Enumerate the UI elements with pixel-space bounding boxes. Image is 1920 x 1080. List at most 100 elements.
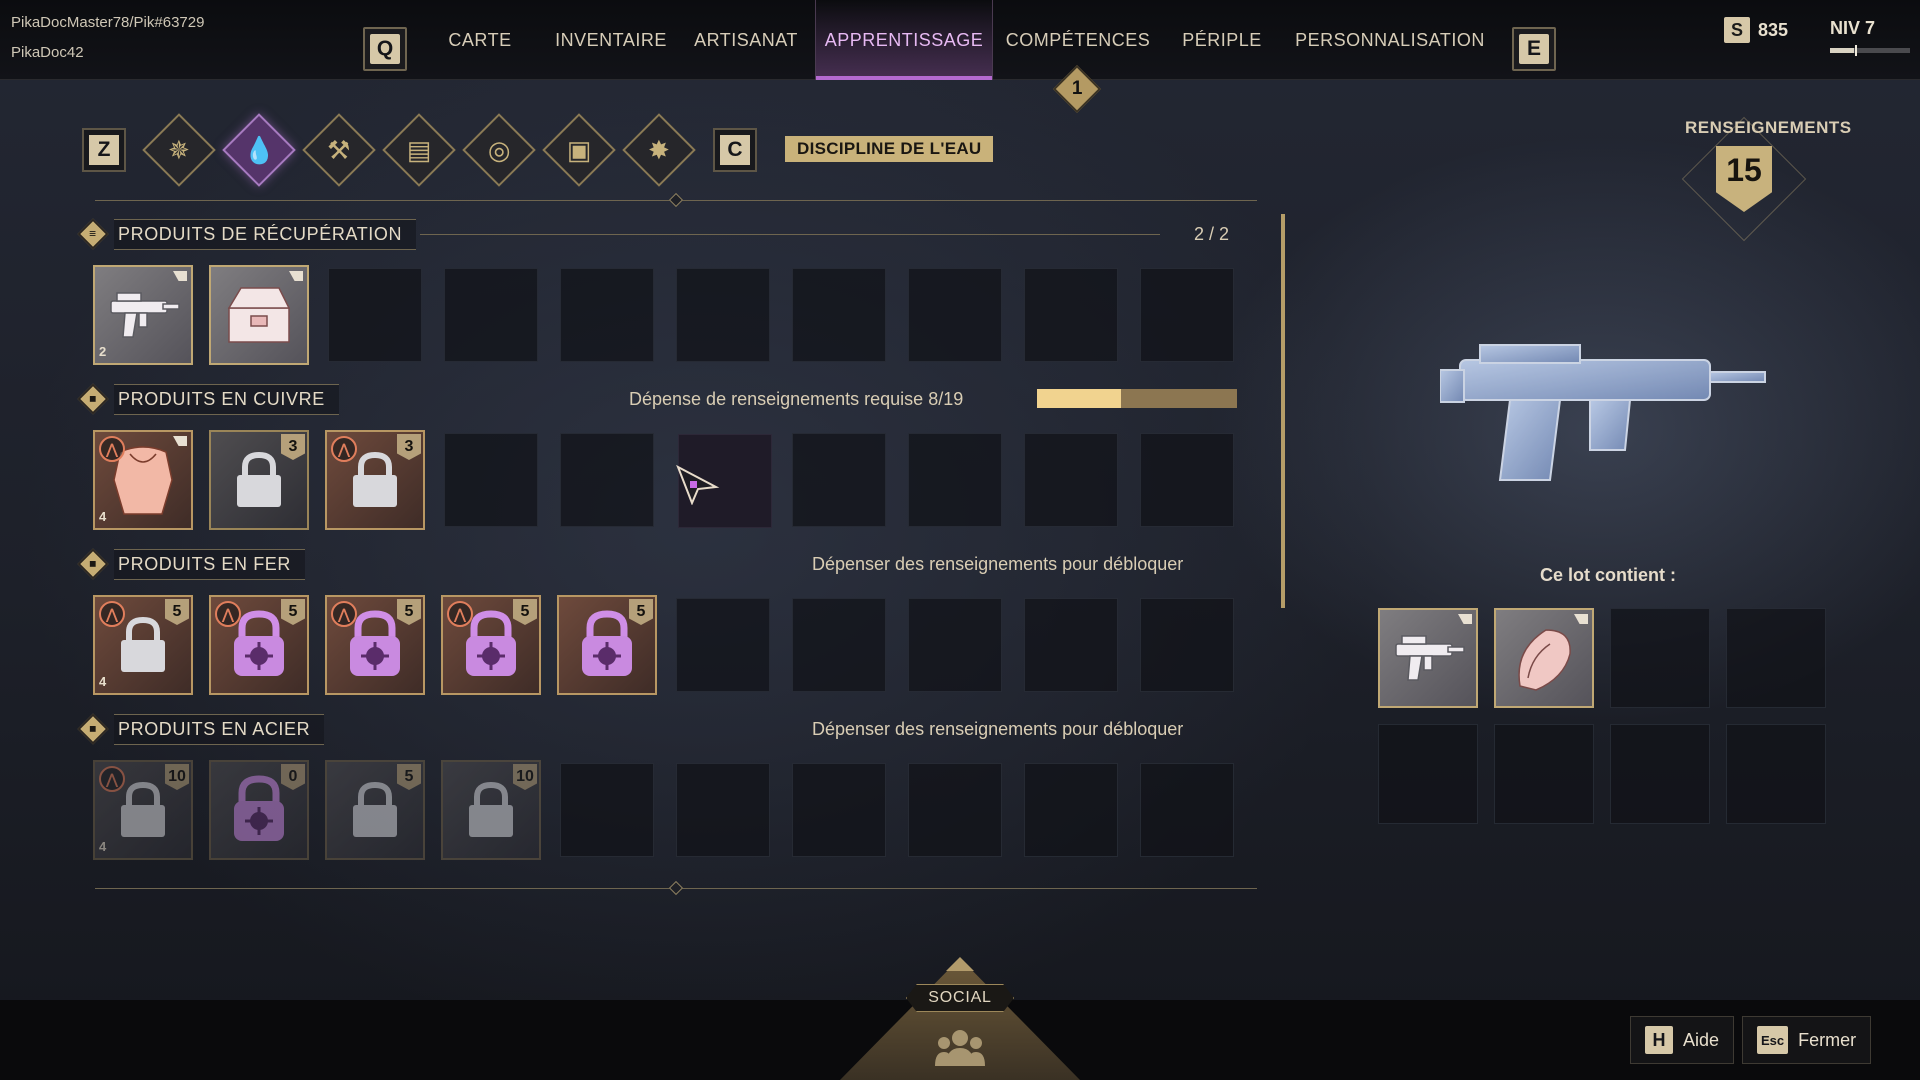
chevron-up-icon [946,957,974,971]
stack-count: 2 [99,344,107,359]
help-button[interactable]: H Aide [1630,1016,1735,1064]
stack-count: 4 [99,674,107,689]
section-header-acier: ■ PRODUITS EN ACIER [77,713,325,745]
locked-item-slot[interactable]: ⋀ 5 [441,595,541,695]
ingots-icon[interactable]: ▤ [382,113,456,187]
empty-slot [792,268,886,362]
empty-slot [1024,763,1118,857]
empty-slot [1140,598,1234,692]
empty-slot [676,268,770,362]
tab-artisanat[interactable]: ARTISANAT [687,0,805,80]
water-drop-icon[interactable]: 💧 [222,113,296,187]
prev-tab-key[interactable]: Q [363,27,407,71]
intel-requirement-bar [1037,389,1237,408]
locked-item-slot[interactable]: ⋀ 5 4 [93,595,193,695]
intel-requirement-fill [1037,389,1122,408]
close-button[interactable]: Esc Fermer [1742,1016,1872,1064]
unlock-hint: Dépenser des renseignements pour débloqu… [812,554,1184,574]
next-tab-key[interactable]: E [1512,27,1556,71]
empty-slot [560,268,654,362]
backpack-icon[interactable]: ▣ [542,113,616,187]
section-title: PRODUITS EN CUIVRE [114,383,339,415]
level-progress-marker [1855,45,1857,56]
scroll-down-marker[interactable] [668,880,684,896]
prev-discipline-key[interactable]: Z [82,128,126,172]
empty-slot [560,763,654,857]
gun-icon [95,267,191,363]
empty-slot [1024,433,1118,527]
empty-slot [676,763,770,857]
lock-icon: ■ [77,383,109,415]
section-count: 2 / 2 [1194,224,1230,244]
lot-item-slot[interactable] [1378,608,1478,708]
tab-periple[interactable]: PÉRIPLE [1170,0,1274,80]
social-button[interactable]: SOCIAL [906,984,1014,1012]
list-scrollbar[interactable] [1281,214,1285,608]
locked-item-slot[interactable]: 0 [209,760,309,860]
empty-slot [908,433,1002,527]
locked-item-slot[interactable]: 5 [557,595,657,695]
account-id: PikaDocMaster78/Pik#63729 [11,14,205,31]
empty-lot-slot [1378,724,1478,824]
crossed-tools-icon[interactable]: ⚒ [302,113,376,187]
crate-icon [211,267,307,363]
character-name: PikaDoc42 [11,44,84,61]
target-icon[interactable]: ◎ [462,113,536,187]
locked-item-slot[interactable]: 10 [441,760,541,860]
currency-icon: S [1724,17,1750,43]
splat-icon[interactable]: ✸ [622,113,696,187]
compass-icon[interactable]: ✵ [142,113,216,187]
item-slot[interactable]: ⋀ 4 [93,430,193,530]
rank-icon: ⋀ [331,436,357,462]
section-line [420,234,1160,235]
section-header-recuperation: ≡ PRODUITS DE RÉCUPÉRATION [77,218,417,250]
empty-slot [1140,763,1234,857]
empty-slot [676,598,770,692]
intel-requirement-text: Dépense de renseignements requise 8/19 [629,389,964,409]
currency-display: S 835 [1724,17,1788,43]
item-slot[interactable] [209,265,309,365]
locked-item-slot[interactable]: ⋀ 3 [325,430,425,530]
section-title: PRODUITS EN ACIER [114,713,325,745]
discipline-title: DISCIPLINE DE L'EAU [785,136,994,162]
intel-title: RENSEIGNEMENTS [1685,118,1852,137]
friends-icon [935,1030,985,1066]
scroll-up-marker[interactable] [668,192,684,208]
tab-apprentissage[interactable]: APPRENTISSAGE [815,0,993,80]
next-discipline-key[interactable]: C [713,128,757,172]
rank-icon: ⋀ [99,436,125,462]
locked-item-slot[interactable]: 3 [209,430,309,530]
empty-slot [1140,268,1234,362]
tab-inventaire[interactable]: INVENTAIRE [548,0,674,80]
empty-slot [328,268,422,362]
rank-icon: ⋀ [331,601,357,627]
lock-icon: ■ [77,548,109,580]
locked-item-slot[interactable]: ⋀ 5 [209,595,309,695]
rank-icon: ⋀ [215,601,241,627]
tab-personnalisation[interactable]: PERSONNALISATION [1288,0,1492,80]
empty-slot [908,268,1002,362]
lock-icon: ■ [77,713,109,745]
empty-slot [908,598,1002,692]
empty-slot [1024,268,1118,362]
blueprint-gun-icon [1440,344,1766,481]
lot-item-slot[interactable] [1494,608,1594,708]
empty-slot [560,433,654,527]
empty-lot-slot [1726,608,1826,708]
locked-item-slot[interactable]: ⋀ 10 4 [93,760,193,860]
section-title: PRODUITS EN FER [114,548,306,580]
mouse-cursor-icon [676,465,720,505]
item-slot[interactable]: 2 [93,265,193,365]
currency-amount: 835 [1758,19,1789,40]
rank-icon: ⋀ [447,601,473,627]
rank-icon: ⋀ [99,601,125,627]
empty-slot [792,598,886,692]
gun-icon [1380,610,1476,706]
empty-slot [444,433,538,527]
tab-carte[interactable]: CARTE [434,0,526,80]
shell-icon [1496,610,1592,706]
empty-lot-slot [1610,608,1710,708]
locked-item-slot[interactable]: ⋀ 5 [325,595,425,695]
empty-slot [792,433,886,527]
locked-item-slot[interactable]: 5 [325,760,425,860]
